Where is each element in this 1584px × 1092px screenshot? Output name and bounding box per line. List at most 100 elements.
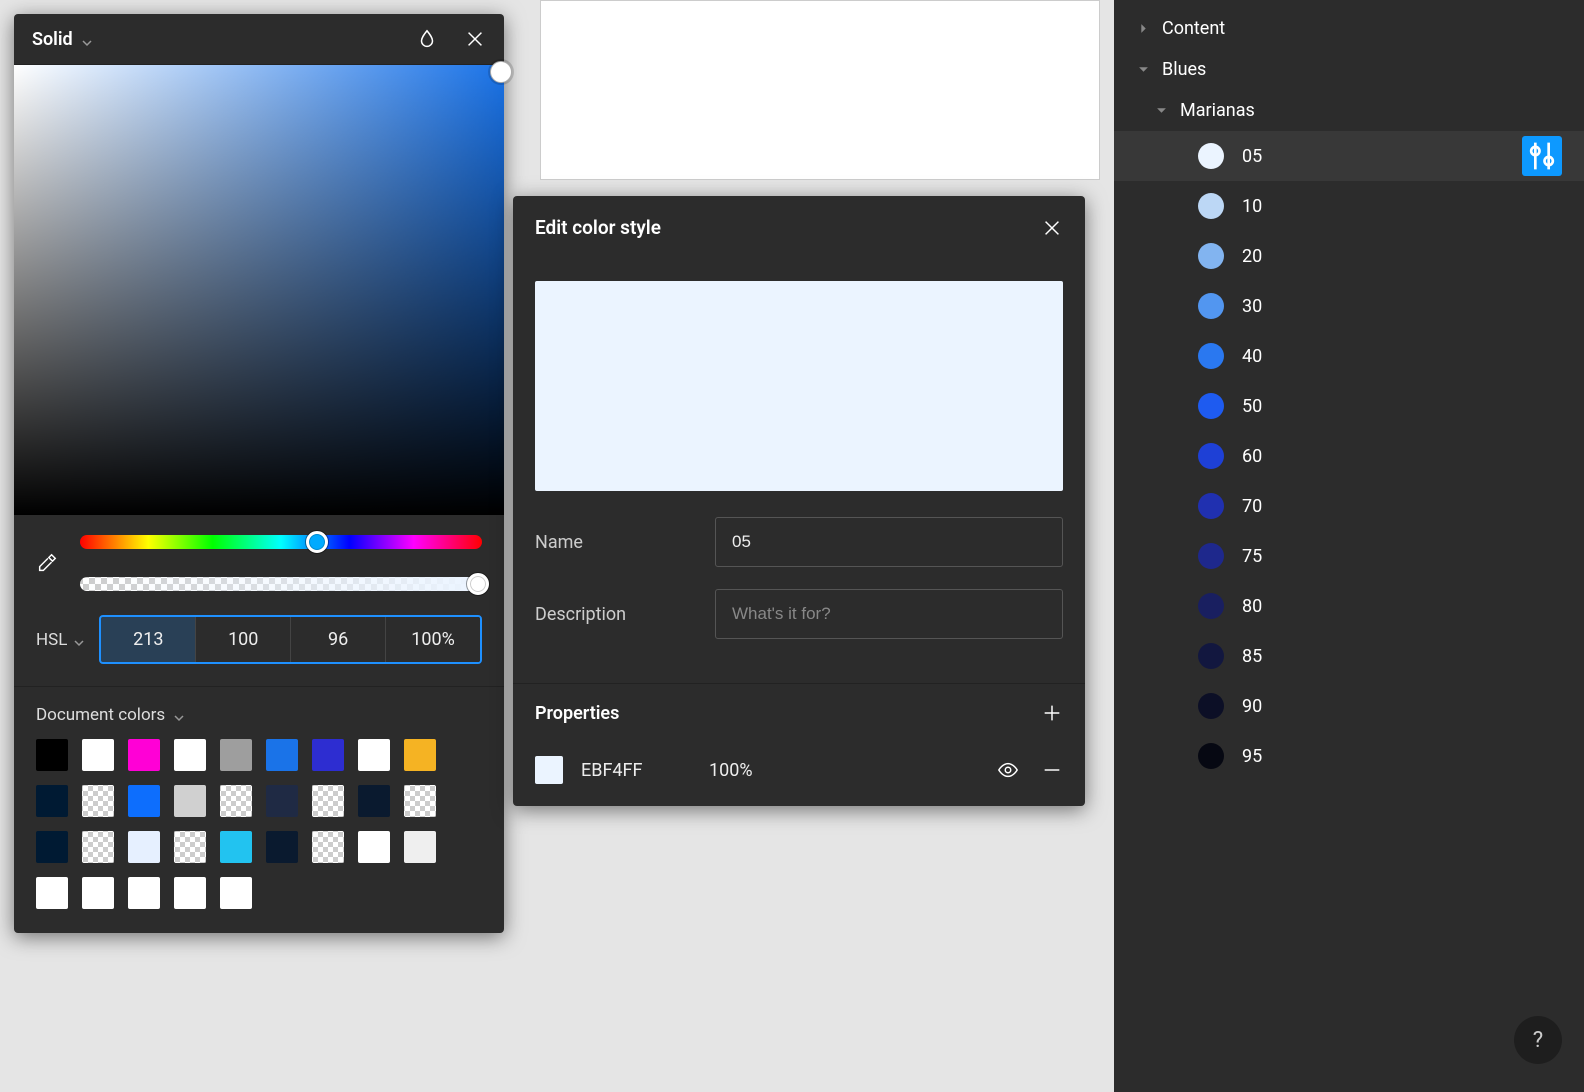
document-swatch[interactable] bbox=[266, 831, 298, 863]
document-swatch[interactable] bbox=[174, 831, 206, 863]
lightness-input[interactable]: 96 bbox=[291, 617, 386, 662]
eyedropper-icon[interactable] bbox=[36, 552, 58, 574]
color-style-item[interactable]: 70 bbox=[1114, 481, 1584, 531]
color-dot bbox=[1198, 293, 1224, 319]
document-swatch[interactable] bbox=[36, 785, 68, 817]
document-swatch[interactable] bbox=[404, 831, 436, 863]
color-preview bbox=[535, 281, 1063, 491]
document-swatch[interactable] bbox=[220, 739, 252, 771]
close-icon[interactable] bbox=[464, 28, 486, 50]
document-swatch[interactable] bbox=[82, 739, 114, 771]
hue-input[interactable]: 213 bbox=[101, 617, 196, 662]
color-style-label: 30 bbox=[1242, 296, 1262, 317]
color-style-label: 80 bbox=[1242, 596, 1262, 617]
document-swatch[interactable] bbox=[220, 785, 252, 817]
alpha-input[interactable]: 100% bbox=[386, 617, 480, 662]
name-input[interactable] bbox=[715, 517, 1063, 567]
document-swatch[interactable] bbox=[174, 739, 206, 771]
color-model-dropdown[interactable]: HSL bbox=[36, 630, 85, 650]
color-dot bbox=[1198, 443, 1224, 469]
property-swatch[interactable] bbox=[535, 756, 563, 784]
chevron-down-icon bbox=[81, 33, 93, 45]
color-value-inputs: 213 100 96 100% bbox=[99, 615, 482, 664]
document-swatch[interactable] bbox=[358, 831, 390, 863]
chevron-icon bbox=[1154, 105, 1168, 116]
document-swatch[interactable] bbox=[128, 739, 160, 771]
help-button[interactable]: ? bbox=[1514, 1016, 1562, 1064]
add-property-icon[interactable] bbox=[1041, 702, 1063, 724]
document-swatch[interactable] bbox=[404, 739, 436, 771]
color-dot bbox=[1198, 343, 1224, 369]
document-swatch[interactable] bbox=[266, 785, 298, 817]
style-group[interactable]: Blues bbox=[1114, 49, 1584, 90]
styles-sidebar: Content Blues Marianas0510 20 30 40 50 607075 80… bbox=[1114, 0, 1584, 1092]
document-swatch[interactable] bbox=[82, 785, 114, 817]
document-swatch[interactable] bbox=[312, 785, 344, 817]
color-style-item[interactable]: 95 bbox=[1114, 731, 1584, 781]
remove-property-icon[interactable] bbox=[1041, 759, 1063, 781]
blend-mode-icon[interactable] bbox=[416, 28, 438, 50]
document-swatch[interactable] bbox=[82, 877, 114, 909]
close-icon[interactable] bbox=[1041, 217, 1063, 239]
color-field[interactable] bbox=[14, 65, 504, 515]
document-swatch[interactable] bbox=[128, 831, 160, 863]
alpha-slider[interactable] bbox=[80, 577, 482, 591]
color-dot bbox=[1198, 193, 1224, 219]
color-style-label: 95 bbox=[1242, 746, 1262, 767]
color-style-label: 50 bbox=[1242, 396, 1262, 417]
document-swatch[interactable] bbox=[312, 831, 344, 863]
document-swatch[interactable] bbox=[312, 739, 344, 771]
color-style-label: 90 bbox=[1242, 696, 1262, 717]
document-swatch[interactable] bbox=[36, 831, 68, 863]
document-swatch[interactable] bbox=[174, 785, 206, 817]
document-swatch[interactable] bbox=[220, 831, 252, 863]
color-model-label: HSL bbox=[36, 630, 67, 650]
document-colors-dropdown[interactable]: Document colors bbox=[36, 705, 482, 725]
color-style-item[interactable]: 75 bbox=[1114, 531, 1584, 581]
color-style-label: 40 bbox=[1242, 346, 1262, 367]
property-row[interactable]: EBF4FF 100% bbox=[513, 742, 1085, 806]
chevron-down-icon bbox=[173, 709, 185, 721]
description-label: Description bbox=[535, 604, 715, 625]
document-swatch[interactable] bbox=[36, 739, 68, 771]
hue-slider[interactable] bbox=[80, 535, 482, 549]
color-style-item[interactable]: 10 bbox=[1114, 181, 1584, 231]
property-hex[interactable]: EBF4FF bbox=[581, 760, 691, 781]
visibility-icon[interactable] bbox=[997, 759, 1019, 781]
description-input[interactable] bbox=[715, 589, 1063, 639]
document-swatch[interactable] bbox=[174, 877, 206, 909]
adjust-style-icon[interactable] bbox=[1522, 136, 1562, 176]
alpha-handle[interactable] bbox=[467, 573, 489, 595]
document-swatch[interactable] bbox=[220, 877, 252, 909]
color-style-item[interactable]: 60 bbox=[1114, 431, 1584, 481]
color-style-item[interactable]: 05 bbox=[1114, 131, 1584, 181]
document-swatch[interactable] bbox=[36, 877, 68, 909]
saturation-input[interactable]: 100 bbox=[196, 617, 291, 662]
document-swatch[interactable] bbox=[266, 739, 298, 771]
document-swatch[interactable] bbox=[404, 785, 436, 817]
color-field-handle[interactable] bbox=[490, 61, 512, 83]
color-style-item[interactable]: 30 bbox=[1114, 281, 1584, 331]
style-group[interactable]: Content bbox=[1114, 8, 1584, 49]
canvas-frame bbox=[540, 0, 1100, 180]
document-swatch[interactable] bbox=[358, 785, 390, 817]
document-swatch[interactable] bbox=[128, 785, 160, 817]
property-opacity[interactable]: 100% bbox=[709, 760, 979, 781]
style-subgroup[interactable]: Marianas bbox=[1114, 90, 1584, 131]
color-style-item[interactable]: 90 bbox=[1114, 681, 1584, 731]
edit-color-style-panel: Edit color style Name Description Proper… bbox=[513, 196, 1085, 806]
color-dot bbox=[1198, 493, 1224, 519]
color-style-item[interactable]: 40 bbox=[1114, 331, 1584, 381]
group-label: Content bbox=[1162, 18, 1225, 39]
color-style-label: 20 bbox=[1242, 246, 1262, 267]
color-style-item[interactable]: 20 bbox=[1114, 231, 1584, 281]
document-swatch[interactable] bbox=[82, 831, 114, 863]
document-swatch[interactable] bbox=[128, 877, 160, 909]
group-label: Blues bbox=[1162, 59, 1206, 80]
fill-mode-dropdown[interactable]: Solid bbox=[32, 29, 416, 50]
color-style-item[interactable]: 85 bbox=[1114, 631, 1584, 681]
hue-handle[interactable] bbox=[306, 531, 328, 553]
color-style-item[interactable]: 80 bbox=[1114, 581, 1584, 631]
color-style-item[interactable]: 50 bbox=[1114, 381, 1584, 431]
document-swatch[interactable] bbox=[358, 739, 390, 771]
